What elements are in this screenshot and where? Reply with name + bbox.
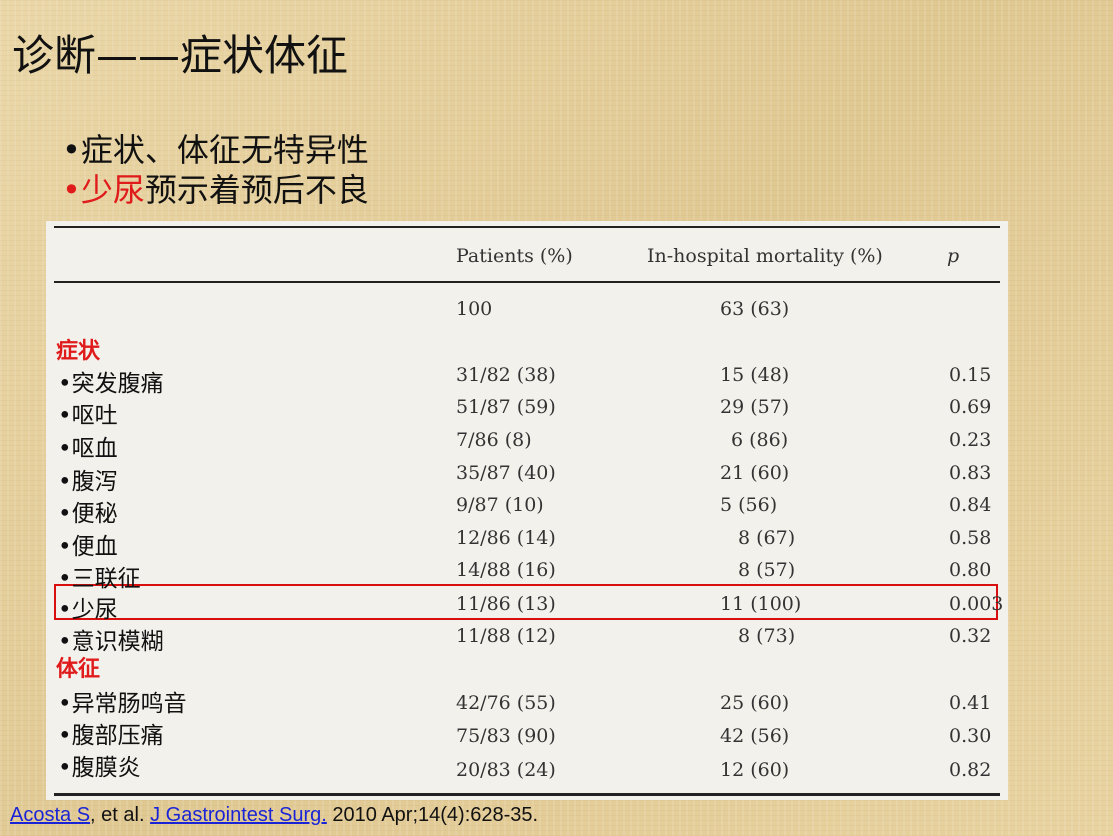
- row-mortality: 42 (56): [720, 725, 790, 747]
- row-label: •便血: [58, 534, 118, 560]
- row-patients: 75/83 (90): [456, 725, 556, 747]
- section-symptoms: 症状: [56, 339, 101, 364]
- row-mortality: 12 (60): [720, 759, 790, 781]
- row-p: 0.15: [949, 364, 992, 386]
- row-patients: 42/76 (55): [456, 692, 556, 714]
- row-mortality: 6 (86): [731, 429, 789, 451]
- row-patients: 11/88 (12): [456, 625, 556, 647]
- row-patients: 51/87 (59): [456, 396, 556, 418]
- row-mortality: 5 (56): [720, 494, 778, 516]
- row-mortality: 25 (60): [720, 692, 790, 714]
- row-label: •腹泻: [58, 469, 118, 495]
- row-p: 0.30: [949, 725, 992, 747]
- row-mortality: 8 (67): [738, 527, 796, 549]
- row-patients: 12/86 (14): [456, 527, 556, 549]
- table-top-rule: [54, 226, 1000, 228]
- row-mortality: 8 (73): [738, 625, 796, 647]
- row-mortality: 15 (48): [720, 364, 790, 386]
- table-bottom-rule: [54, 793, 1000, 796]
- row-patients: 35/87 (40): [456, 462, 556, 484]
- table-header-rule: [54, 281, 1000, 283]
- row-patients: 7/86 (8): [456, 429, 532, 451]
- row-label: •便秘: [58, 501, 118, 527]
- slide-title: 诊断——症状体征: [12, 31, 349, 80]
- row-p: 0.82: [949, 759, 992, 781]
- header-patients: Patients (%): [456, 245, 573, 267]
- row-mortality: 21 (60): [720, 462, 790, 484]
- bullet-oliguria-highlight: •少尿: [62, 171, 145, 209]
- header-p: p: [947, 245, 960, 267]
- row-mortality: 29 (57): [720, 396, 790, 418]
- row-label: •腹膜炎: [58, 755, 141, 781]
- row-label: •少尿: [58, 597, 118, 623]
- journal-link[interactable]: J Gastrointest Surg.: [150, 804, 327, 826]
- header-mortality: In-hospital mortality (%): [647, 245, 883, 267]
- row-patients: 20/83 (24): [456, 759, 556, 781]
- row-label: •异常肠鸣音: [58, 691, 187, 717]
- row-label: •呕吐: [58, 403, 118, 429]
- bullet-nonspecific: •症状、体征无特异性: [62, 131, 369, 169]
- row-label: •腹部压痛: [58, 723, 164, 749]
- row-patients: 14/88 (16): [456, 559, 556, 581]
- bullet-oliguria: •少尿预示着预后不良: [62, 170, 369, 210]
- row-patients: 31/82 (38): [456, 364, 556, 386]
- row-patients: 9/87 (10): [456, 494, 544, 516]
- row-p: 0.84: [949, 494, 992, 516]
- row-p: 0.80: [949, 559, 992, 581]
- citation-etal: , et al.: [90, 804, 151, 826]
- row-p: 0.32: [949, 625, 992, 647]
- symptom-table: Patients (%) In-hospital mortality (%) p…: [46, 221, 1008, 800]
- row-label: •突发腹痛: [58, 371, 164, 397]
- row-label: •意识模糊: [58, 629, 164, 655]
- row-p: 0.69: [949, 396, 992, 418]
- row-mortality: 8 (57): [738, 559, 796, 581]
- bullet-oliguria-text: 预示着预后不良: [144, 171, 369, 209]
- total-patients: 100: [456, 298, 493, 320]
- row-p: 0.23: [949, 429, 992, 451]
- row-p: 0.003: [949, 593, 1004, 615]
- citation-details: 2010 Apr;14(4):628-35.: [326, 804, 539, 826]
- row-label: •呕血: [58, 436, 118, 462]
- row-patients: 11/86 (13): [456, 593, 556, 615]
- citation: Acosta S, et al. J Gastrointest Surg. 20…: [10, 804, 538, 827]
- row-p: 0.58: [949, 527, 992, 549]
- author-link[interactable]: Acosta S: [10, 804, 90, 826]
- row-mortality: 11 (100): [720, 593, 802, 615]
- row-p: 0.83: [949, 462, 992, 484]
- row-p: 0.41: [949, 692, 992, 714]
- bullet-list: •症状、体征无特异性 •少尿预示着预后不良: [62, 130, 369, 210]
- row-label: •三联征: [58, 566, 141, 592]
- total-mortality: 63 (63): [720, 298, 790, 320]
